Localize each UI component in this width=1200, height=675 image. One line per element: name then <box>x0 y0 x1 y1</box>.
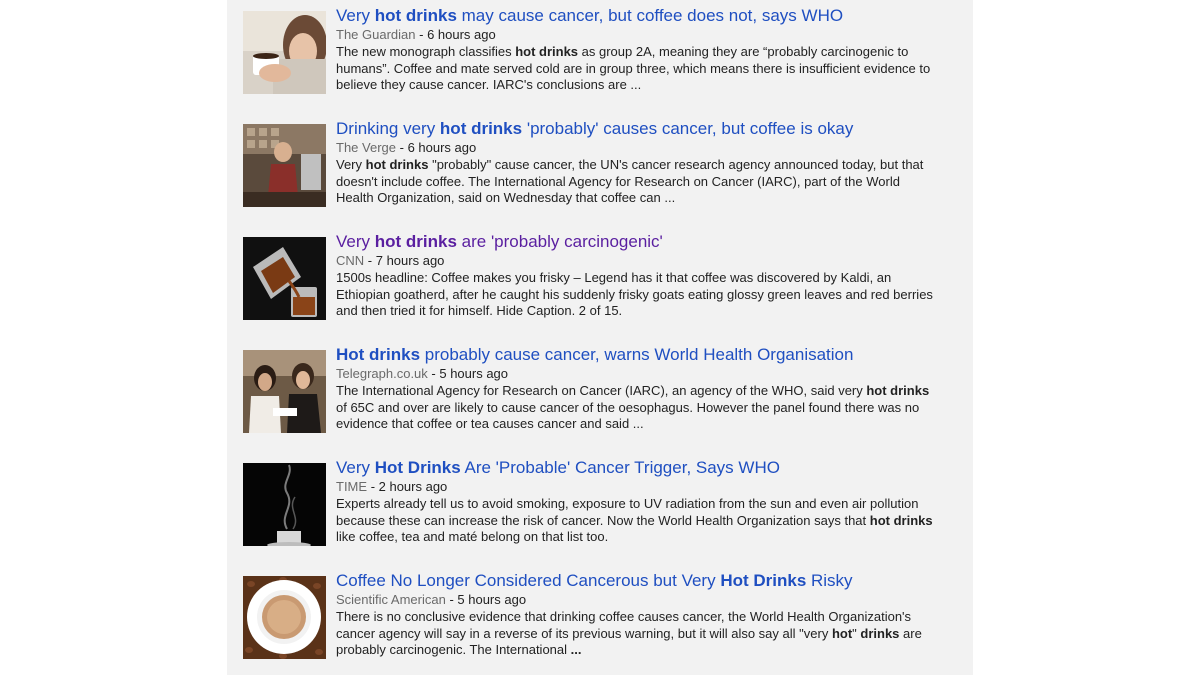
result-source[interactable]: CNN <box>336 253 364 268</box>
result-title-link[interactable]: Drinking very hot drinks 'probably' caus… <box>336 119 941 139</box>
title-segment: Very <box>336 232 375 251</box>
news-result: Coffee No Longer Considered Cancerous bu… <box>243 565 943 665</box>
snippet-segment: hot drinks <box>866 383 930 398</box>
result-snippet: 1500s headline: Coffee makes you frisky … <box>336 270 941 320</box>
result-title-link[interactable]: Very Hot Drinks Are 'Probable' Cancer Tr… <box>336 458 941 478</box>
result-time: - 7 hours ago <box>367 253 445 268</box>
snippet-segment: Experts already tell us to avoid smoking… <box>336 496 919 528</box>
result-snippet: There is no conclusive evidence that dri… <box>336 609 941 659</box>
result-source[interactable]: The Verge <box>336 140 396 155</box>
result-snippet: Very hot drinks "probably" cause cancer,… <box>336 157 941 207</box>
thumbnail-barista-at-coffee-shop[interactable] <box>243 124 326 207</box>
result-meta: TIME - 2 hours ago <box>336 478 941 495</box>
title-segment: Hot Drinks <box>720 571 807 590</box>
title-segment: are 'probably carcinogenic' <box>456 232 663 251</box>
result-snippet: The new monograph classifies hot drinks … <box>336 44 941 94</box>
snippet-segment: The new monograph classifies <box>336 44 516 59</box>
thumbnail-pouring-coffee-pot[interactable] <box>243 237 326 320</box>
snippet-segment: hot drinks <box>515 44 579 59</box>
result-meta: The Guardian - 6 hours ago <box>336 26 941 43</box>
result-snippet: The International Agency for Research on… <box>336 383 941 433</box>
result-time: - 2 hours ago <box>370 479 448 494</box>
result-title-link[interactable]: Very hot drinks may cause cancer, but co… <box>336 6 941 26</box>
snippet-segment: The International Agency for Research on… <box>336 383 867 398</box>
snippet-segment: There is no conclusive evidence that dri… <box>336 609 912 641</box>
snippet-segment: like coffee, tea and maté belong on that… <box>336 529 609 544</box>
snippet-segment: of 65C and over are likely to cause canc… <box>336 399 920 432</box>
title-segment: Risky <box>806 571 853 590</box>
title-segment: hot drinks <box>374 6 457 25</box>
thumbnail-steaming-cup-dark[interactable] <box>243 463 326 546</box>
title-segment: Very <box>336 6 375 25</box>
news-results-panel: Very hot drinks may cause cancer, but co… <box>227 0 973 675</box>
snippet-segment: hot drinks <box>365 157 429 172</box>
news-result: Very Hot Drinks Are 'Probable' Cancer Tr… <box>243 452 943 552</box>
result-time: - 6 hours ago <box>399 140 477 155</box>
thumbnail-women-drinking-tea[interactable] <box>243 350 326 433</box>
result-meta: Scientific American - 5 hours ago <box>336 591 941 608</box>
result-meta: The Verge - 6 hours ago <box>336 139 941 156</box>
title-segment: Hot Drinks <box>374 458 461 477</box>
thumbnail-coffee-cup-on-beans[interactable] <box>243 576 326 659</box>
news-result: Very hot drinks may cause cancer, but co… <box>243 0 943 100</box>
news-result: Drinking very hot drinks 'probably' caus… <box>243 113 943 213</box>
news-result: Very hot drinks are 'probably carcinogen… <box>243 226 943 326</box>
result-time: - 5 hours ago <box>431 366 509 381</box>
title-segment: 'probably' causes cancer, but coffee is … <box>522 119 854 138</box>
snippet-segment: 1500s headline: Coffee makes you frisky … <box>336 270 933 318</box>
title-segment: may cause cancer, but coffee does not, s… <box>456 6 844 25</box>
snippet-segment: Very <box>336 157 366 172</box>
result-title-link[interactable]: Coffee No Longer Considered Cancerous bu… <box>336 571 941 591</box>
snippet-segment: hot drinks <box>869 512 933 528</box>
title-segment: Are 'Probable' Cancer Trigger, Says WHO <box>460 458 780 477</box>
snippet-segment: ... <box>570 642 582 657</box>
title-segment: Hot drinks <box>336 345 421 364</box>
result-snippet: Experts already tell us to avoid smoking… <box>336 496 941 546</box>
result-source[interactable]: Scientific American <box>336 592 446 607</box>
snippet-segment: hot <box>831 625 853 641</box>
result-title-link[interactable]: Very hot drinks are 'probably carcinogen… <box>336 232 941 252</box>
title-segment: Drinking very <box>336 119 440 138</box>
title-segment: probably cause cancer, warns World Healt… <box>420 345 854 364</box>
title-segment: Coffee No Longer Considered Cancerous bu… <box>336 571 721 590</box>
snippet-segment: drinks <box>860 625 900 641</box>
title-segment: hot drinks <box>439 119 523 138</box>
result-source[interactable]: Telegraph.co.uk <box>336 366 428 381</box>
result-source[interactable]: The Guardian <box>336 27 416 42</box>
result-title-link[interactable]: Hot drinks probably cause cancer, warns … <box>336 345 941 365</box>
thumbnail-woman-holding-coffee-cup[interactable] <box>243 11 326 94</box>
title-segment: Very <box>336 458 375 477</box>
title-segment: hot drinks <box>374 232 457 251</box>
result-time: - 6 hours ago <box>419 27 496 42</box>
result-time: - 5 hours ago <box>449 592 527 607</box>
result-meta: CNN - 7 hours ago <box>336 252 941 269</box>
news-result: Hot drinks probably cause cancer, warns … <box>243 339 943 439</box>
result-meta: Telegraph.co.uk - 5 hours ago <box>336 365 941 382</box>
result-source[interactable]: TIME <box>336 479 367 494</box>
